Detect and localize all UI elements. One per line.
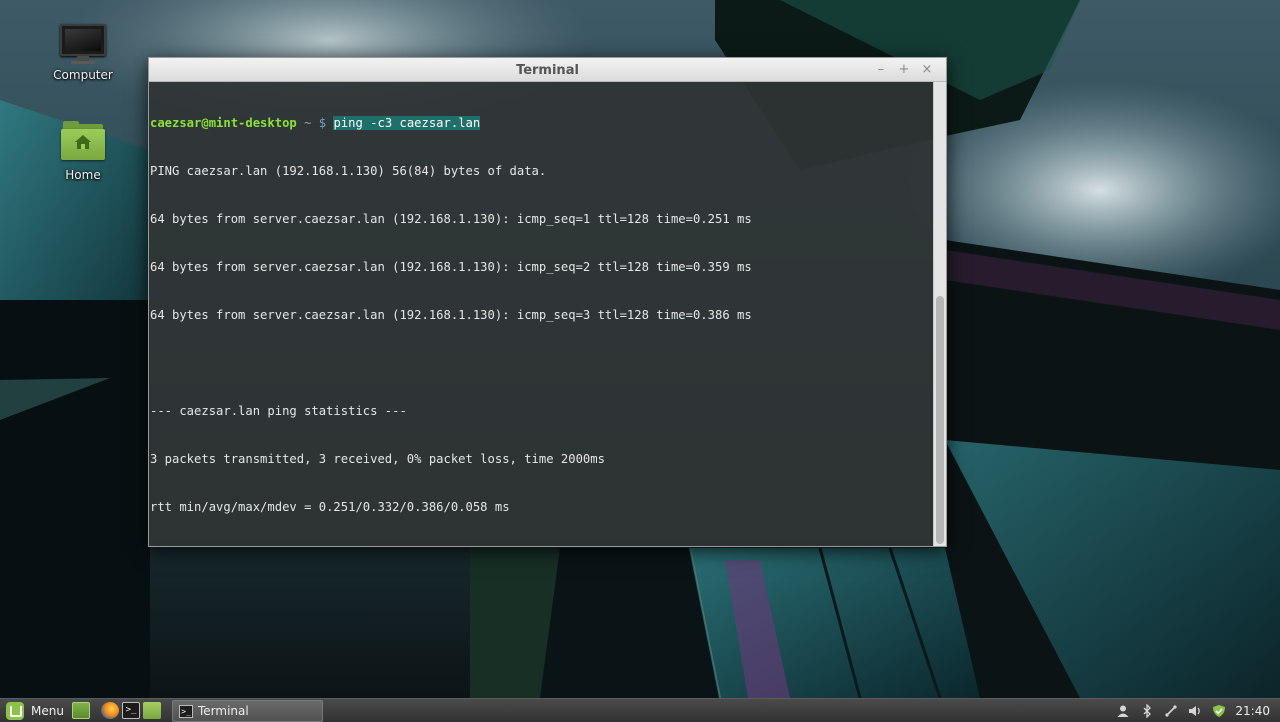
terminal-output: caezsar@mint-desktop ~ $ ping -c3 caezsa… <box>150 83 932 546</box>
desktop-icon-label: Computer <box>53 68 113 82</box>
window-titlebar[interactable]: Terminal – + × <box>149 58 946 82</box>
desktop-icon-label: Home <box>65 168 101 182</box>
prompt-line: caezsar@mint-desktop ~ $ ping -c3 caezsa… <box>150 115 932 131</box>
taskbar-item-label: Terminal <box>198 704 249 718</box>
terminal-icon[interactable]: >_ <box>122 702 140 719</box>
output-line: 64 bytes from server.caezsar.lan (192.16… <box>150 308 752 322</box>
maximize-button[interactable]: + <box>895 61 913 79</box>
volume-icon[interactable] <box>1188 704 1202 718</box>
window-title: Terminal <box>516 63 579 78</box>
bluetooth-icon[interactable] <box>1140 703 1154 719</box>
desktop-icon-computer[interactable]: Computer <box>48 20 118 82</box>
vertical-scrollbar[interactable] <box>933 82 946 546</box>
output-line: PING caezsar.lan (192.168.1.130) 56(84) … <box>150 164 547 178</box>
scrollbar-thumb[interactable] <box>936 296 944 544</box>
terminal-window[interactable]: Terminal – + × caezsar@mint-desktop ~ $ … <box>148 57 947 547</box>
network-icon[interactable] <box>1164 704 1178 718</box>
computer-icon <box>59 20 107 64</box>
firefox-icon[interactable] <box>101 702 119 719</box>
update-shield-icon[interactable] <box>1212 704 1226 718</box>
output-line: 3 packets transmitted, 3 received, 0% pa… <box>150 452 605 466</box>
show-desktop-icon[interactable] <box>72 702 90 719</box>
output-line: --- caezsar.lan ping statistics --- <box>150 404 407 418</box>
prompt-symbol: $ <box>318 116 327 130</box>
user-icon[interactable] <box>1116 704 1130 718</box>
clock[interactable]: 21:40 <box>1235 704 1270 718</box>
files-icon[interactable] <box>143 702 161 719</box>
home-folder-icon <box>59 120 107 164</box>
output-line: 64 bytes from server.caezsar.lan (192.16… <box>150 212 752 226</box>
command-text: ping -c3 caezsar.lan <box>333 116 481 130</box>
system-tray: 21:40 <box>1111 699 1280 722</box>
output-line: 64 bytes from server.caezsar.lan (192.16… <box>150 260 752 274</box>
prompt-user: caezsar@mint-desktop <box>150 116 297 130</box>
terminal-icon: >_ <box>179 704 193 718</box>
menu-label: Menu <box>31 704 64 718</box>
desktop-icon-home[interactable]: Home <box>48 120 118 182</box>
terminal-content[interactable]: caezsar@mint-desktop ~ $ ping -c3 caezsa… <box>149 82 946 546</box>
taskbar-item-terminal[interactable]: >_ Terminal <box>172 700 323 722</box>
minimize-button[interactable]: – <box>872 61 890 79</box>
close-button[interactable]: × <box>918 61 936 79</box>
menu-button[interactable]: Menu <box>2 700 70 722</box>
output-line: rtt min/avg/max/mdev = 0.251/0.332/0.386… <box>150 500 510 514</box>
mint-logo-icon <box>6 702 24 720</box>
prompt-cwd: ~ <box>296 116 319 130</box>
taskbar-panel: Menu >_ >_ Terminal 21:40 <box>0 698 1280 722</box>
